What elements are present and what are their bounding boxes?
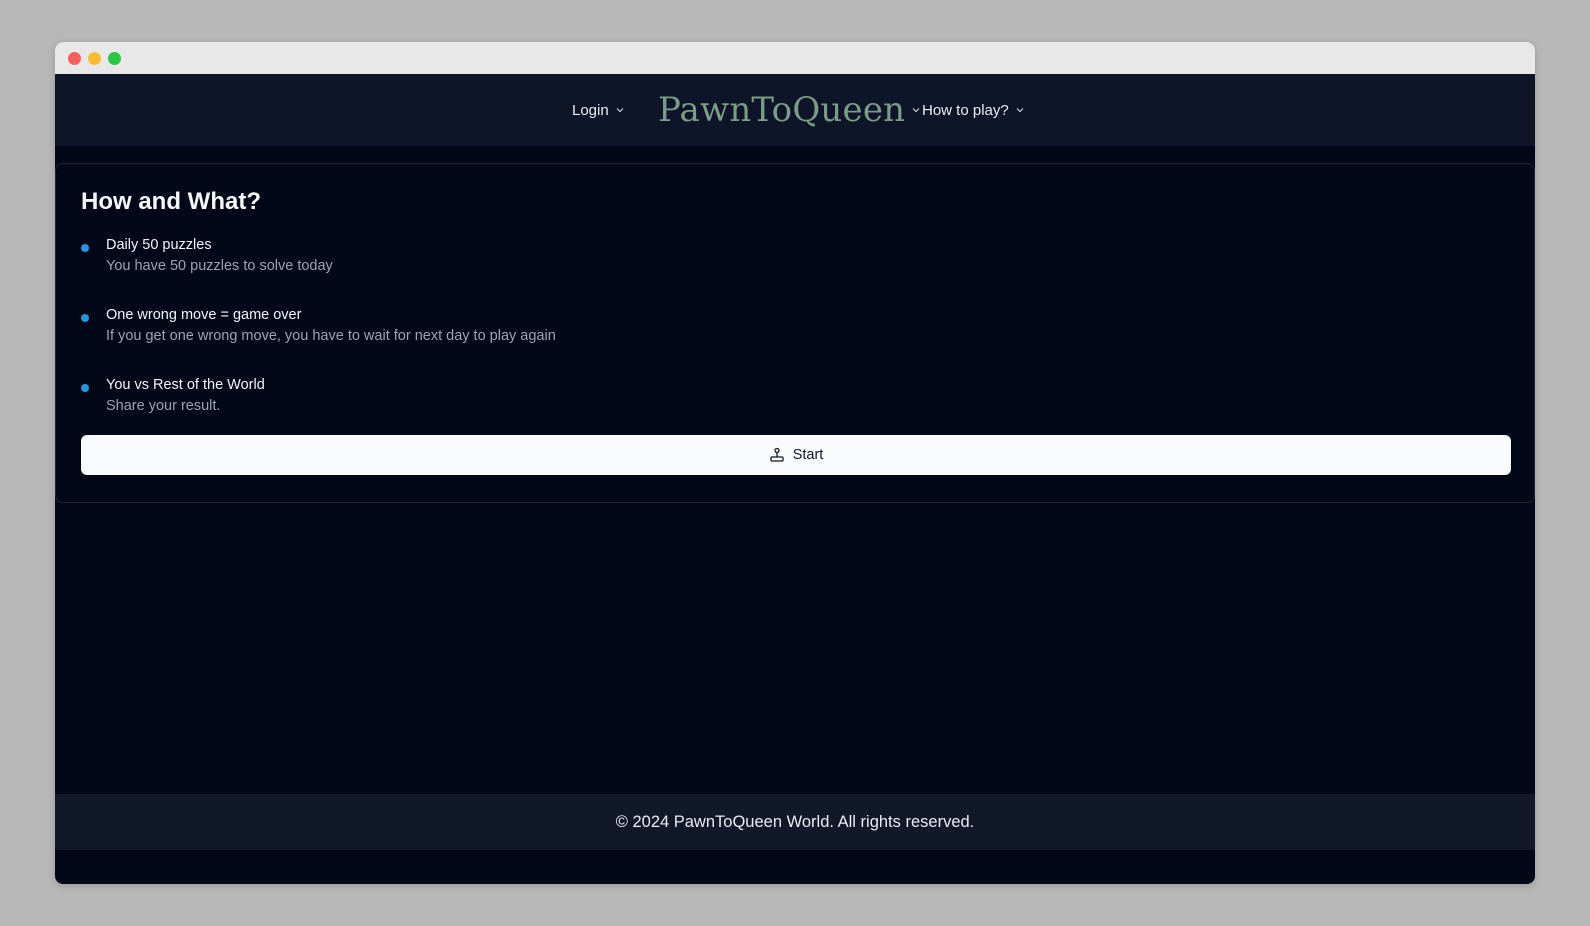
feature-title: You vs Rest of the World (106, 377, 265, 393)
close-window-button[interactable] (68, 52, 81, 65)
brand-logo-text: PawnToQueen (658, 90, 906, 130)
feature-title: One wrong move = game over (106, 307, 302, 323)
minimize-window-button[interactable] (88, 52, 101, 65)
start-button[interactable]: Start (81, 435, 1511, 475)
chevron-down-icon (912, 108, 920, 113)
feature-description: You have 50 puzzles to solve today (106, 258, 333, 274)
bullet-dot-icon (81, 384, 89, 392)
chevron-down-icon (1016, 108, 1024, 113)
how-to-play-label: How to play? (922, 101, 1009, 119)
how-and-what-card: How and What? Daily 50 puzzles You have … (55, 163, 1535, 503)
copyright-text: © 2024 PawnToQueen World. All rights res… (615, 812, 975, 831)
login-label: Login (572, 101, 609, 119)
page-footer: © 2024 PawnToQueen World. All rights res… (55, 794, 1535, 850)
maximize-window-button[interactable] (108, 52, 121, 65)
how-to-play-menu[interactable]: How to play? (922, 74, 1025, 146)
chevron-down-icon (616, 108, 624, 113)
joystick-icon (770, 447, 784, 462)
bullet-dot-icon (81, 314, 89, 322)
brand-menu[interactable]: PawnToQueen (658, 74, 921, 146)
card-title: How and What? (81, 188, 261, 215)
top-navbar: Login PawnToQueen How to play? (55, 74, 1535, 146)
login-menu[interactable]: Login (572, 74, 625, 146)
feature-title: Daily 50 puzzles (106, 237, 212, 253)
bullet-dot-icon (81, 244, 89, 252)
feature-description: If you get one wrong move, you have to w… (106, 328, 556, 344)
window-titlebar (55, 42, 1535, 74)
feature-description: Share your result. (106, 398, 221, 414)
browser-window: Login PawnToQueen How to play? How and W… (55, 42, 1535, 884)
start-button-label: Start (792, 447, 824, 463)
